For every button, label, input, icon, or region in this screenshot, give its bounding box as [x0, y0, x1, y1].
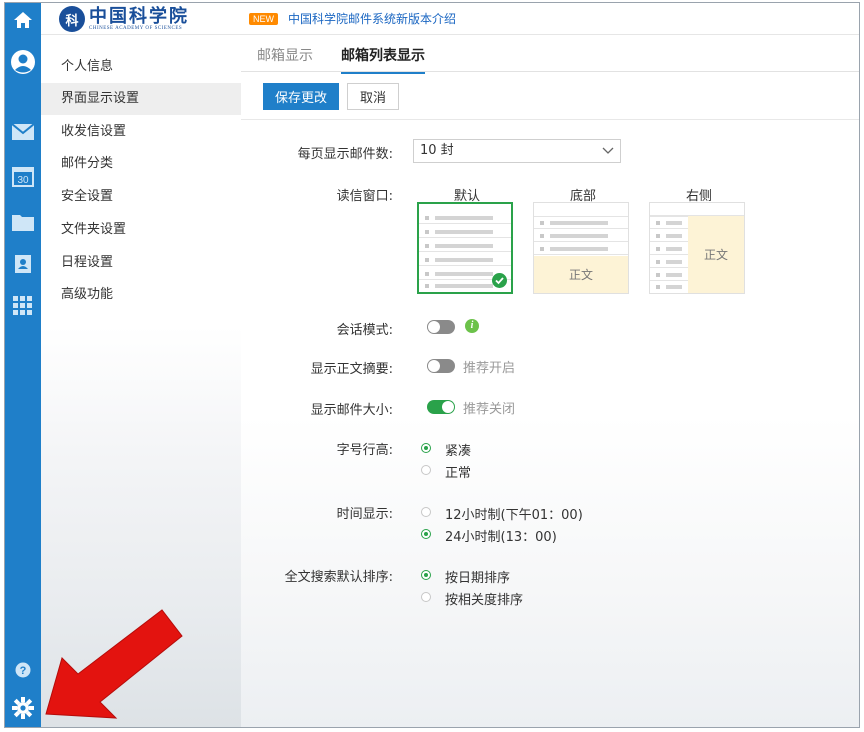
per-page-value: 10 封 — [420, 143, 454, 158]
sort-by-relevance-label[interactable]: 按相关度排序 — [445, 589, 523, 608]
toolbar-divider — [241, 119, 859, 120]
cas-logo[interactable]: 科 中国科学院 CHINESE ACADEMY OF SCIENCES — [59, 6, 189, 32]
layout-bottom-pane: 正文 — [534, 256, 628, 293]
selected-check-icon — [492, 273, 507, 288]
folder-icon[interactable] — [5, 207, 41, 237]
help-glyph: ? — [20, 665, 27, 677]
line-height-compact-radio[interactable] — [421, 443, 431, 453]
tab-mailbox-display[interactable]: 邮箱显示 — [257, 45, 313, 72]
line-height-label: 字号行高: — [336, 443, 393, 458]
conversation-mode-toggle[interactable] — [427, 320, 455, 334]
line-height-compact-label[interactable]: 紧凑 — [445, 440, 471, 459]
time-12h-label[interactable]: 12小时制(下午01：00) — [445, 504, 583, 523]
avatar-icon[interactable] — [5, 47, 41, 77]
sidebar-item-security[interactable]: 安全设置 — [41, 181, 241, 213]
top-header: 科 中国科学院 CHINESE ACADEMY OF SCIENCES NEW … — [41, 3, 859, 35]
chevron-down-icon — [602, 140, 614, 170]
mail-size-label: 显示邮件大小: — [310, 403, 393, 418]
new-badge: NEW — [249, 12, 278, 25]
layout-bottom-option[interactable]: 正文 — [533, 202, 629, 294]
settings-main: 邮箱显示 邮箱列表显示 保存更改 取消 每页显示邮件数: 10 封 读信窗口: … — [241, 35, 859, 727]
save-button[interactable]: 保存更改 — [263, 83, 339, 110]
home-icon[interactable] — [5, 5, 41, 35]
info-icon[interactable]: i — [465, 319, 479, 333]
gear-icon[interactable] — [5, 693, 41, 723]
sidebar-item-advanced[interactable]: 高级功能 — [41, 279, 241, 311]
calendar-day: 30 — [17, 175, 29, 186]
sidebar-item-folders[interactable]: 文件夹设置 — [41, 214, 241, 246]
layout-right-pane: 正文 — [688, 216, 744, 293]
search-sort-label: 全文搜索默认排序: — [284, 570, 393, 585]
conversation-mode-label: 会话模式: — [336, 323, 393, 338]
line-height-normal-label[interactable]: 正常 — [445, 462, 471, 481]
help-icon[interactable]: ? — [5, 655, 41, 685]
logo-text-en: CHINESE ACADEMY OF SCIENCES — [89, 25, 183, 31]
icon-rail: 30 ? — [5, 3, 41, 727]
time-24h-radio[interactable] — [421, 529, 431, 539]
summary-toggle[interactable] — [427, 359, 455, 373]
time-24h-label[interactable]: 24小时制(13：00) — [445, 526, 557, 545]
calendar-icon[interactable]: 30 — [5, 161, 41, 191]
news-banner[interactable]: NEW 中国科学院邮件系统新版本介绍 — [249, 10, 456, 27]
layout-right-option[interactable]: 正文 — [649, 202, 745, 294]
mail-icon[interactable] — [5, 117, 41, 147]
summary-hint: 推荐开启 — [463, 361, 516, 376]
tab-mail-list-display[interactable]: 邮箱列表显示 — [341, 45, 425, 74]
sort-by-date-radio[interactable] — [421, 570, 431, 580]
cas-emblem: 科 — [59, 6, 85, 32]
red-arrow-annotation — [45, 609, 183, 719]
settings-tabs: 邮箱显示 邮箱列表显示 — [241, 35, 859, 74]
summary-label: 显示正文摘要: — [310, 362, 393, 377]
mail-size-toggle[interactable] — [427, 400, 455, 414]
contacts-icon[interactable] — [5, 249, 41, 279]
per-page-select[interactable]: 10 封 — [413, 139, 621, 163]
time-12h-radio[interactable] — [421, 507, 431, 517]
sidebar-item-mail-category[interactable]: 邮件分类 — [41, 148, 241, 180]
apps-icon[interactable] — [5, 291, 41, 321]
reading-pane-label: 读信窗口: — [336, 189, 393, 204]
logo-text-cn: 中国科学院 — [89, 5, 189, 27]
news-link[interactable]: 中国科学院邮件系统新版本介绍 — [288, 10, 456, 27]
sidebar-item-calendar[interactable]: 日程设置 — [41, 247, 241, 279]
time-display-label: 时间显示: — [336, 507, 393, 522]
line-height-normal-radio[interactable] — [421, 465, 431, 475]
per-page-label: 每页显示邮件数: — [297, 147, 393, 162]
layout-default-option[interactable] — [417, 202, 513, 294]
sort-by-date-label[interactable]: 按日期排序 — [445, 567, 510, 586]
cancel-button[interactable]: 取消 — [347, 83, 399, 110]
mail-size-hint: 推荐关闭 — [463, 402, 516, 417]
sort-by-relevance-radio[interactable] — [421, 592, 431, 602]
sidebar-item-personal-info[interactable]: 个人信息 — [41, 51, 241, 83]
sidebar-item-display-settings[interactable]: 界面显示设置 — [41, 83, 241, 115]
sidebar-item-send-receive[interactable]: 收发信设置 — [41, 116, 241, 148]
